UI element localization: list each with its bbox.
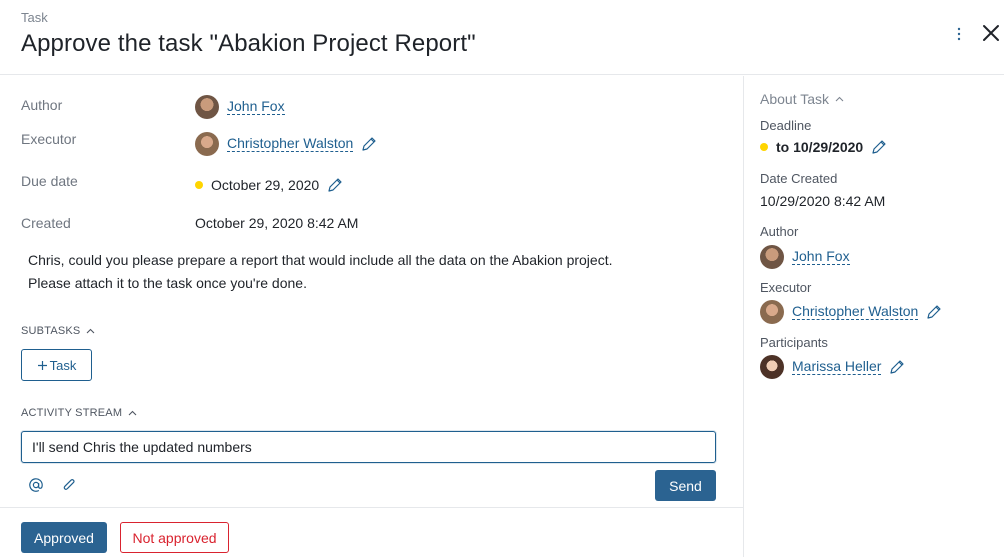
- add-subtask-button[interactable]: Task: [21, 349, 92, 381]
- executor-label: Executor: [21, 131, 77, 147]
- avatar: [760, 355, 784, 379]
- sidebar-author-value: John Fox: [760, 245, 850, 269]
- deadline-value: to 10/29/2020: [760, 139, 887, 155]
- footer-divider: [0, 507, 743, 508]
- sidebar-author-link[interactable]: John Fox: [792, 249, 850, 265]
- more-options-icon[interactable]: [953, 26, 965, 42]
- participants-label: Participants: [760, 335, 828, 350]
- task-main-panel: Author John Fox Executor Christopher Wal…: [0, 76, 743, 557]
- sidebar-author-label: Author: [760, 224, 799, 239]
- sidebar-executor-value: Christopher Walston: [760, 300, 942, 324]
- due-date-text: October 29, 2020: [211, 177, 320, 193]
- due-date-value: October 29, 2020: [195, 177, 343, 193]
- created-label: Created: [21, 215, 71, 231]
- chevron-up-icon: [835, 96, 844, 102]
- not-approved-button[interactable]: Not approved: [120, 522, 229, 553]
- edit-due-date-pencil-icon[interactable]: [327, 177, 343, 193]
- sidebar-executor-link[interactable]: Christopher Walston: [792, 304, 919, 320]
- edit-deadline-pencil-icon[interactable]: [871, 139, 887, 155]
- executor-value: Christopher Walston: [195, 132, 377, 156]
- author-value: John Fox: [195, 95, 285, 119]
- task-description: Chris, could you please prepare a report…: [28, 249, 612, 295]
- deadline-status-dot: [195, 181, 203, 189]
- sidebar-executor-label: Executor: [760, 280, 812, 295]
- deadline-text: to 10/29/2020: [776, 139, 864, 155]
- attach-file-icon[interactable]: [61, 477, 77, 493]
- participants-value: Marissa Heller: [760, 355, 905, 379]
- chevron-up-icon: [87, 328, 95, 334]
- send-comment-button[interactable]: Send: [655, 470, 716, 501]
- author-link[interactable]: John Fox: [227, 99, 285, 115]
- approved-button[interactable]: Approved: [21, 522, 107, 553]
- avatar: [195, 132, 219, 156]
- deadline-status-dot: [760, 143, 768, 151]
- about-task-toggle[interactable]: About Task: [760, 91, 844, 107]
- deadline-label: Deadline: [760, 118, 812, 133]
- page-title: Approve the task "Abakion Project Report…: [21, 30, 476, 57]
- plus-icon: [37, 360, 47, 370]
- edit-executor-pencil-icon[interactable]: [926, 304, 942, 320]
- date-created-value: 10/29/2020 8:42 AM: [760, 193, 886, 209]
- subtasks-section-toggle[interactable]: SUBTASKS: [21, 325, 95, 337]
- date-created-label: Date Created: [760, 171, 838, 186]
- description-line: Please attach it to the task once you're…: [28, 275, 307, 291]
- about-task-title: About Task: [760, 91, 830, 107]
- avatar: [760, 300, 784, 324]
- edit-executor-pencil-icon[interactable]: [361, 136, 377, 152]
- created-value: October 29, 2020 8:42 AM: [195, 215, 359, 231]
- chevron-up-icon: [128, 410, 137, 416]
- avatar: [760, 245, 784, 269]
- task-header: Task Approve the task "Abakion Project R…: [0, 0, 1004, 75]
- activity-stream-title: ACTIVITY STREAM: [21, 407, 123, 419]
- comment-input[interactable]: [21, 431, 716, 463]
- avatar: [195, 95, 219, 119]
- description-line: Chris, could you please prepare a report…: [28, 252, 613, 268]
- mention-icon[interactable]: [28, 477, 44, 493]
- author-label: Author: [21, 97, 63, 113]
- activity-stream-toggle[interactable]: ACTIVITY STREAM: [21, 407, 137, 419]
- add-subtask-label: Task: [49, 357, 77, 373]
- edit-participants-pencil-icon[interactable]: [889, 359, 905, 375]
- participant-link[interactable]: Marissa Heller: [792, 359, 882, 375]
- due-date-label: Due date: [21, 173, 78, 189]
- close-icon[interactable]: [981, 23, 1001, 43]
- task-kind-label: Task: [21, 10, 48, 25]
- executor-link[interactable]: Christopher Walston: [227, 136, 354, 152]
- subtasks-title: SUBTASKS: [21, 325, 81, 337]
- about-task-sidebar: About Task Deadline to 10/29/2020 Date C…: [743, 76, 1004, 557]
